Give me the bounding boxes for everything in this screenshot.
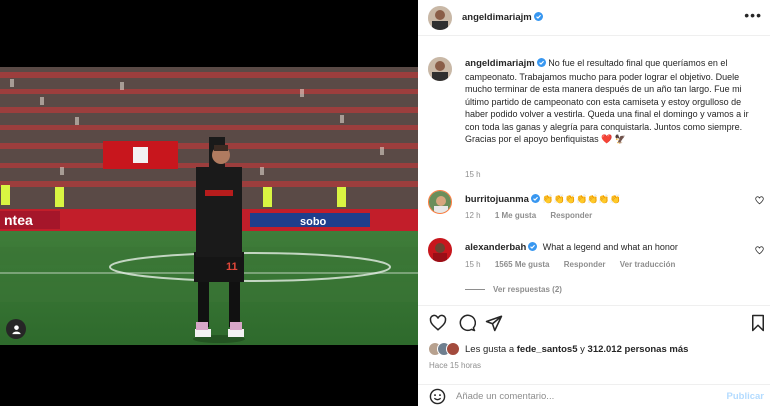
caption: angeldimariajm No fue el resultado final… — [428, 57, 758, 187]
caption-meta: 15 h — [465, 170, 493, 179]
replies-line — [465, 289, 485, 290]
post-media: ntea sobo 11 — [0, 0, 418, 406]
caption-time[interactable]: 15 h — [465, 170, 481, 179]
caption-body: No fue el resultado final que queríamos … — [465, 58, 749, 144]
comment-username[interactable]: alexanderbah — [465, 242, 526, 253]
post-photo[interactable]: ntea sobo 11 — [0, 67, 418, 345]
post-time[interactable]: Hace 15 horas — [429, 361, 481, 370]
comment-meta: 15 h 1565 Me gusta Responder Ver traducc… — [465, 260, 687, 269]
save-icon[interactable] — [749, 314, 767, 332]
reply-button[interactable]: Responder — [550, 211, 592, 220]
view-replies-label[interactable]: Ver respuestas (2) — [493, 285, 562, 294]
likes-count[interactable]: 312.012 personas más — [588, 344, 689, 355]
verified-icon — [536, 58, 546, 67]
liker-avatar[interactable] — [446, 342, 460, 356]
likes-middle: y — [580, 343, 585, 355]
action-section: Les gusta a fede_santos5 y 312.012 perso… — [418, 305, 770, 406]
comment-likes[interactable]: 1565 Me gusta — [495, 260, 550, 269]
verified-icon — [533, 12, 543, 21]
comment-likes[interactable]: 1 Me gusta — [495, 211, 536, 220]
author-avatar[interactable] — [428, 6, 452, 30]
comment-time[interactable]: 12 h — [465, 211, 481, 220]
comment-meta: 12 h 1 Me gusta Responder — [465, 211, 604, 220]
author-username[interactable]: angeldimariajm — [462, 12, 532, 23]
heart-icon[interactable] — [755, 246, 764, 255]
caption-avatar[interactable] — [428, 57, 452, 81]
comment-text: alexanderbah What a legend and what an h… — [465, 241, 748, 255]
verified-icon — [528, 242, 538, 251]
comment-time[interactable]: 15 h — [465, 260, 481, 269]
emoji-icon[interactable] — [429, 388, 446, 405]
view-replies[interactable]: Ver respuestas (2) — [465, 285, 562, 294]
more-icon[interactable]: ••• — [744, 8, 762, 22]
likes-user[interactable]: fede_santos5 — [517, 344, 578, 355]
comment-item: burritojuanma 👏👏👏👏👏👏👏 12 h 1 Me gusta Re… — [428, 187, 764, 227]
svg-text:sobo: sobo — [300, 216, 327, 228]
reply-button[interactable]: Responder — [564, 260, 606, 269]
translate-button[interactable]: Ver traducción — [620, 260, 676, 269]
comment-body: 👏👏👏👏👏👏👏 — [542, 194, 621, 204]
comment-avatar[interactable] — [428, 238, 452, 262]
caption-emoji: ❤️ 🦅 — [601, 134, 627, 144]
comment-body: What a legend and what an honor — [542, 242, 678, 252]
heart-icon[interactable] — [755, 196, 764, 205]
verified-icon — [530, 194, 540, 203]
comments-list: angeldimariajm No fue el resultado final… — [418, 37, 770, 305]
likes-prefix: Les gusta a — [465, 343, 515, 355]
publish-button[interactable]: Publicar — [727, 391, 765, 402]
caption-text: angeldimariajm No fue el resultado final… — [465, 57, 760, 146]
share-icon[interactable] — [485, 314, 503, 332]
svg-text:ntea: ntea — [4, 212, 33, 228]
header-author: angeldimariajm — [462, 12, 543, 23]
comment-text: burritojuanma 👏👏👏👏👏👏👏 — [465, 193, 748, 207]
likes-summary: Les gusta a fede_santos5 y 312.012 perso… — [428, 341, 688, 357]
comment-avatar[interactable] — [428, 190, 452, 214]
post-header: angeldimariajm ••• — [418, 0, 770, 36]
heart-icon[interactable] — [429, 314, 447, 332]
comment-username[interactable]: burritojuanma — [465, 194, 529, 205]
comment-item: alexanderbah What a legend and what an h… — [428, 233, 764, 273]
add-comment-bar: Publicar — [418, 384, 770, 406]
comment-icon[interactable] — [458, 314, 476, 332]
likes-text: Les gusta a fede_santos5 y 312.012 perso… — [465, 344, 688, 355]
player-number: 11 — [226, 261, 238, 273]
tag-icon[interactable] — [6, 319, 26, 339]
post-panel: angeldimariajm ••• angeldimariajm No fue… — [418, 0, 770, 406]
comment-input[interactable] — [456, 389, 706, 404]
caption-username[interactable]: angeldimariajm — [465, 58, 535, 69]
